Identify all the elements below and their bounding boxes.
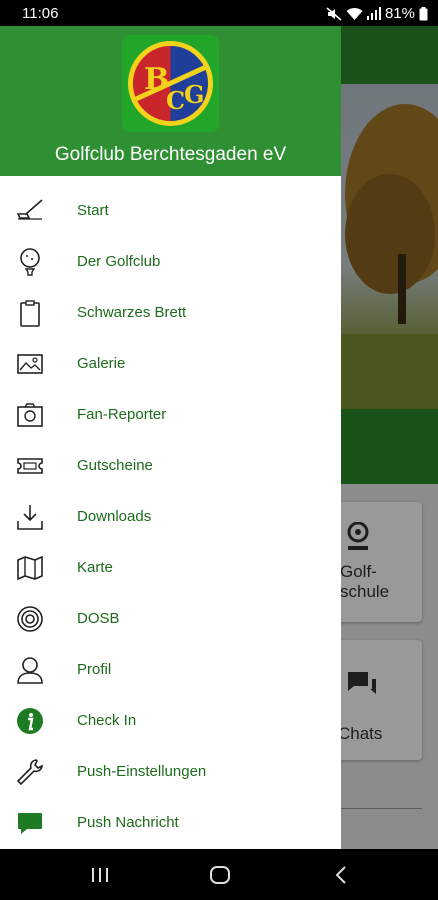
image-gallery-icon xyxy=(16,350,44,378)
battery-icon xyxy=(419,6,428,21)
wrench-icon xyxy=(16,758,44,786)
ticket-icon xyxy=(16,452,44,480)
menu-item-label: Profil xyxy=(77,661,112,678)
menu-item-label: Karte xyxy=(77,559,113,576)
menu-item-downloads[interactable]: Downloads xyxy=(0,492,341,543)
chat-bubble-icon xyxy=(16,809,44,837)
drawer-header: B C G Golfclub Berchtesgaden eV xyxy=(0,26,341,176)
menu-item-schwarzes-brett[interactable]: Schwarzes Brett xyxy=(0,288,341,339)
menu-item-label: Fan-Reporter xyxy=(77,406,167,423)
menu-item-dosb[interactable]: DOSB xyxy=(0,594,341,645)
menu-item-label: Der Golfclub xyxy=(77,253,161,270)
menu-item-label: Galerie xyxy=(77,355,126,372)
home-icon[interactable] xyxy=(208,863,232,887)
menu-item-karte[interactable]: Karte xyxy=(0,543,341,594)
signal-icon xyxy=(366,7,381,20)
menu-item-push-einstellungen[interactable]: Push-Einstellungen xyxy=(0,747,341,798)
info-icon xyxy=(16,707,44,735)
menu-item-check-in[interactable]: Check In xyxy=(0,696,341,747)
golf-ball-tee-icon xyxy=(16,248,44,276)
menu-item-label: DOSB xyxy=(77,610,120,627)
club-logo: B C G xyxy=(122,35,219,132)
club-name: Golfclub Berchtesgaden eV xyxy=(54,144,287,165)
battery-percent: 81% xyxy=(384,5,415,22)
menu-item-label: Downloads xyxy=(77,508,152,525)
target-icon xyxy=(16,605,44,633)
download-icon xyxy=(16,503,44,531)
drawer-menu: Start Der Golfclub Schwarzes Brett Galer… xyxy=(0,186,341,849)
menu-item-profil[interactable]: Profil xyxy=(0,645,341,696)
navigation-drawer: B C G Golfclub Berchtesgaden eV Start De… xyxy=(0,26,341,849)
recent-apps-icon[interactable] xyxy=(88,863,112,887)
svg-text:C: C xyxy=(166,86,185,115)
menu-item-label: Start xyxy=(77,202,109,219)
menu-item-label: Schwarzes Brett xyxy=(77,304,187,321)
menu-item-label: Check In xyxy=(77,712,137,729)
menu-item-start[interactable]: Start xyxy=(0,186,341,237)
map-icon xyxy=(16,554,44,582)
status-icons: 81% xyxy=(326,5,428,22)
clipboard-icon xyxy=(16,299,44,327)
menu-item-gutscheine[interactable]: Gutscheine xyxy=(0,441,341,492)
menu-item-fan-reporter[interactable]: Fan-Reporter xyxy=(0,390,341,441)
svg-text:G: G xyxy=(184,80,205,109)
menu-item-label: Push-Einstellungen xyxy=(77,763,207,780)
mute-icon xyxy=(326,6,342,21)
menu-item-galerie[interactable]: Galerie xyxy=(0,339,341,390)
menu-item-push-nachricht[interactable]: Push Nachricht xyxy=(0,798,341,849)
menu-item-label: Gutscheine xyxy=(77,457,153,474)
system-nav-bar xyxy=(0,849,438,900)
back-icon[interactable] xyxy=(330,863,354,887)
camera-icon xyxy=(16,401,44,429)
user-icon xyxy=(16,656,44,684)
menu-item-der-golfclub[interactable]: Der Golfclub xyxy=(0,237,341,288)
golf-club-icon xyxy=(16,197,44,225)
status-time: 11:06 xyxy=(22,5,59,22)
status-bar: 11:06 81% xyxy=(0,0,438,26)
wifi-icon xyxy=(346,7,363,21)
menu-item-label: Push Nachricht xyxy=(77,814,179,831)
